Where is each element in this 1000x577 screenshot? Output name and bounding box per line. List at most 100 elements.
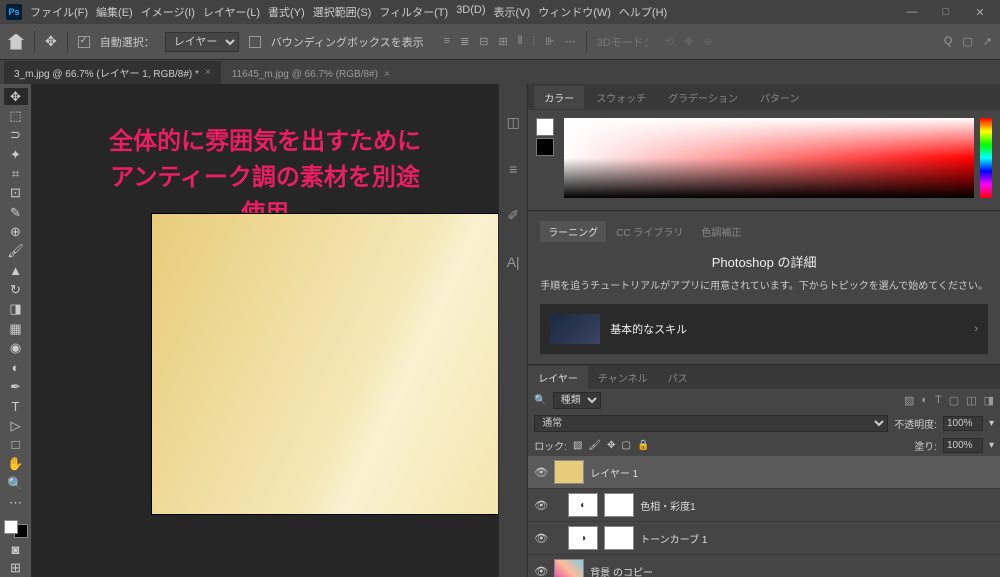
dropdown-icon[interactable]: ▾ bbox=[989, 418, 994, 429]
tab-gradient[interactable]: グラデーション bbox=[658, 86, 748, 109]
eyedropper-tool[interactable]: ✎ bbox=[4, 204, 28, 221]
filter-pixel-icon[interactable]: ▧ bbox=[904, 394, 914, 407]
menu-layer[interactable]: レイヤー(L) bbox=[203, 4, 260, 20]
search-icon[interactable]: 🔍 bbox=[534, 395, 546, 406]
menu-file[interactable]: ファイル(F) bbox=[30, 4, 88, 20]
visibility-icon[interactable]: 👁 bbox=[534, 565, 548, 577]
edit-toolbar[interactable]: ⋯ bbox=[4, 494, 28, 511]
filter-shape-icon[interactable]: ▢ bbox=[949, 394, 959, 407]
window-min-icon[interactable]: — bbox=[898, 6, 926, 19]
menu-type[interactable]: 書式(Y) bbox=[268, 4, 305, 20]
type-tool[interactable]: T bbox=[4, 398, 28, 415]
history-brush-tool[interactable]: ↻ bbox=[4, 281, 28, 298]
menu-edit[interactable]: 編集(E) bbox=[96, 4, 133, 20]
tab-close-icon[interactable]: × bbox=[384, 69, 390, 80]
eraser-tool[interactable]: ◨ bbox=[4, 301, 28, 318]
quickmask-tool[interactable]: ◙ bbox=[4, 540, 28, 557]
bg-color[interactable] bbox=[536, 138, 554, 156]
align-icon[interactable]: ≣ bbox=[460, 35, 469, 48]
align-icon[interactable]: ⫶ bbox=[532, 35, 535, 48]
workspace-icon[interactable]: ▢ bbox=[962, 35, 972, 48]
menu-filter[interactable]: フィルター(T) bbox=[379, 4, 448, 20]
align-icon[interactable]: ⊟ bbox=[479, 35, 488, 48]
layer-row[interactable]: 👁◑トーンカーブ 1 bbox=[528, 522, 1000, 555]
tutorial-card[interactable]: 基本的なスキル › bbox=[540, 304, 988, 354]
shape-tool[interactable]: □ bbox=[4, 436, 28, 453]
lock-pos-icon[interactable]: ✥ bbox=[607, 440, 615, 451]
filter-type-icon[interactable]: T bbox=[935, 394, 942, 407]
layer-name[interactable]: 色相・彩度1 bbox=[640, 498, 696, 513]
visibility-icon[interactable]: 👁 bbox=[534, 466, 548, 479]
autoselect-checkbox[interactable] bbox=[78, 36, 90, 48]
gradient-tool[interactable]: ▦ bbox=[4, 320, 28, 337]
heal-tool[interactable]: ⊕ bbox=[4, 223, 28, 240]
layer-name[interactable]: トーンカーブ 1 bbox=[640, 531, 707, 546]
document-tab[interactable]: 11645_m.jpg @ 66.7% (RGB/8#) × bbox=[222, 65, 400, 84]
share-icon[interactable]: ↗ bbox=[983, 35, 992, 48]
tab-adjustments[interactable]: 色調補正 bbox=[693, 221, 749, 242]
menu-view[interactable]: 表示(V) bbox=[494, 4, 531, 20]
autoselect-target-dropdown[interactable]: レイヤー bbox=[165, 32, 239, 52]
color-swatch[interactable] bbox=[4, 520, 28, 539]
hand-tool[interactable]: ✋ bbox=[4, 456, 28, 473]
menu-select[interactable]: 選択範囲(S) bbox=[313, 4, 372, 20]
tab-swatches[interactable]: スウォッチ bbox=[586, 86, 656, 109]
layer-name[interactable]: レイヤー 1 bbox=[590, 465, 638, 480]
fg-color[interactable] bbox=[536, 118, 554, 136]
align-icon[interactable]: ⫴ bbox=[518, 35, 523, 48]
crop-tool[interactable]: ⌗ bbox=[4, 165, 28, 182]
hue-slider[interactable] bbox=[980, 118, 992, 198]
menu-help[interactable]: ヘルプ(H) bbox=[619, 4, 667, 20]
marquee-tool[interactable]: ⬚ bbox=[4, 107, 28, 124]
tab-color[interactable]: カラー bbox=[534, 86, 584, 109]
layer-mask[interactable] bbox=[604, 493, 634, 517]
lasso-tool[interactable]: ⊃ bbox=[4, 127, 28, 144]
brush-settings-icon[interactable]: ✐ bbox=[507, 207, 519, 224]
path-tool[interactable]: ▷ bbox=[4, 417, 28, 434]
home-icon[interactable] bbox=[8, 34, 24, 50]
tab-pattern[interactable]: パターン bbox=[750, 86, 810, 109]
blur-tool[interactable]: ◉ bbox=[4, 339, 28, 356]
tab-channels[interactable]: チャンネル bbox=[588, 366, 658, 389]
zoom-tool[interactable]: 🔍 bbox=[4, 475, 28, 492]
window-close-icon[interactable]: ✕ bbox=[966, 6, 994, 19]
frame-tool[interactable]: ⊡ bbox=[4, 185, 28, 202]
document-canvas[interactable] bbox=[152, 214, 498, 514]
lock-art-icon[interactable]: ▢ bbox=[622, 440, 631, 451]
wand-tool[interactable]: ✦ bbox=[4, 146, 28, 163]
opacity-input[interactable] bbox=[943, 416, 983, 431]
lock-pixel-icon[interactable]: 🖌 bbox=[588, 440, 601, 451]
layer-row[interactable]: 👁 レイヤー 1 bbox=[528, 456, 1000, 489]
history-icon[interactable]: ◫ bbox=[507, 114, 520, 131]
dodge-tool[interactable]: ◐ bbox=[4, 359, 28, 376]
character-icon[interactable]: A| bbox=[507, 254, 520, 270]
filter-smart-icon[interactable]: ◫ bbox=[966, 394, 976, 407]
menu-window[interactable]: ウィンドウ(W) bbox=[538, 4, 611, 20]
properties-icon[interactable]: ≡ bbox=[509, 161, 517, 177]
visibility-icon[interactable]: 👁 bbox=[534, 499, 548, 512]
align-icon[interactable]: ⊞ bbox=[499, 35, 508, 48]
filter-adjust-icon[interactable]: ◐ bbox=[921, 394, 928, 407]
dropdown-icon[interactable]: ▾ bbox=[989, 440, 994, 451]
document-tab[interactable]: 3_m.jpg @ 66.7% (レイヤー 1, RGB/8#) * × bbox=[4, 61, 221, 84]
tab-layers[interactable]: レイヤー bbox=[528, 366, 588, 389]
tab-close-icon[interactable]: × bbox=[205, 67, 211, 78]
screenmode-tool[interactable]: ⊞ bbox=[4, 560, 28, 577]
tab-learning[interactable]: ラーニング bbox=[540, 221, 606, 242]
bounding-checkbox[interactable] bbox=[249, 36, 261, 48]
stamp-tool[interactable]: ▲ bbox=[4, 262, 28, 279]
window-max-icon[interactable]: □ bbox=[932, 6, 960, 19]
align-icon[interactable]: ⊪ bbox=[545, 35, 555, 48]
fill-input[interactable] bbox=[943, 438, 983, 453]
layer-name[interactable]: 背景 のコピー bbox=[590, 564, 653, 577]
layer-row[interactable]: 👁 背景 のコピー bbox=[528, 555, 1000, 577]
lock-all-icon[interactable]: 🔒 bbox=[637, 440, 649, 451]
layer-mask[interactable] bbox=[604, 526, 634, 550]
blend-mode-dropdown[interactable]: 通常 bbox=[534, 415, 888, 432]
more-icon[interactable]: ⋯ bbox=[565, 35, 576, 48]
align-icon[interactable]: ≡ bbox=[444, 35, 450, 48]
layer-filter-dropdown[interactable]: 種類 bbox=[553, 392, 601, 409]
brush-tool[interactable]: 🖌 bbox=[4, 243, 28, 260]
color-spectrum[interactable] bbox=[564, 118, 974, 198]
tab-paths[interactable]: パス bbox=[658, 366, 698, 389]
